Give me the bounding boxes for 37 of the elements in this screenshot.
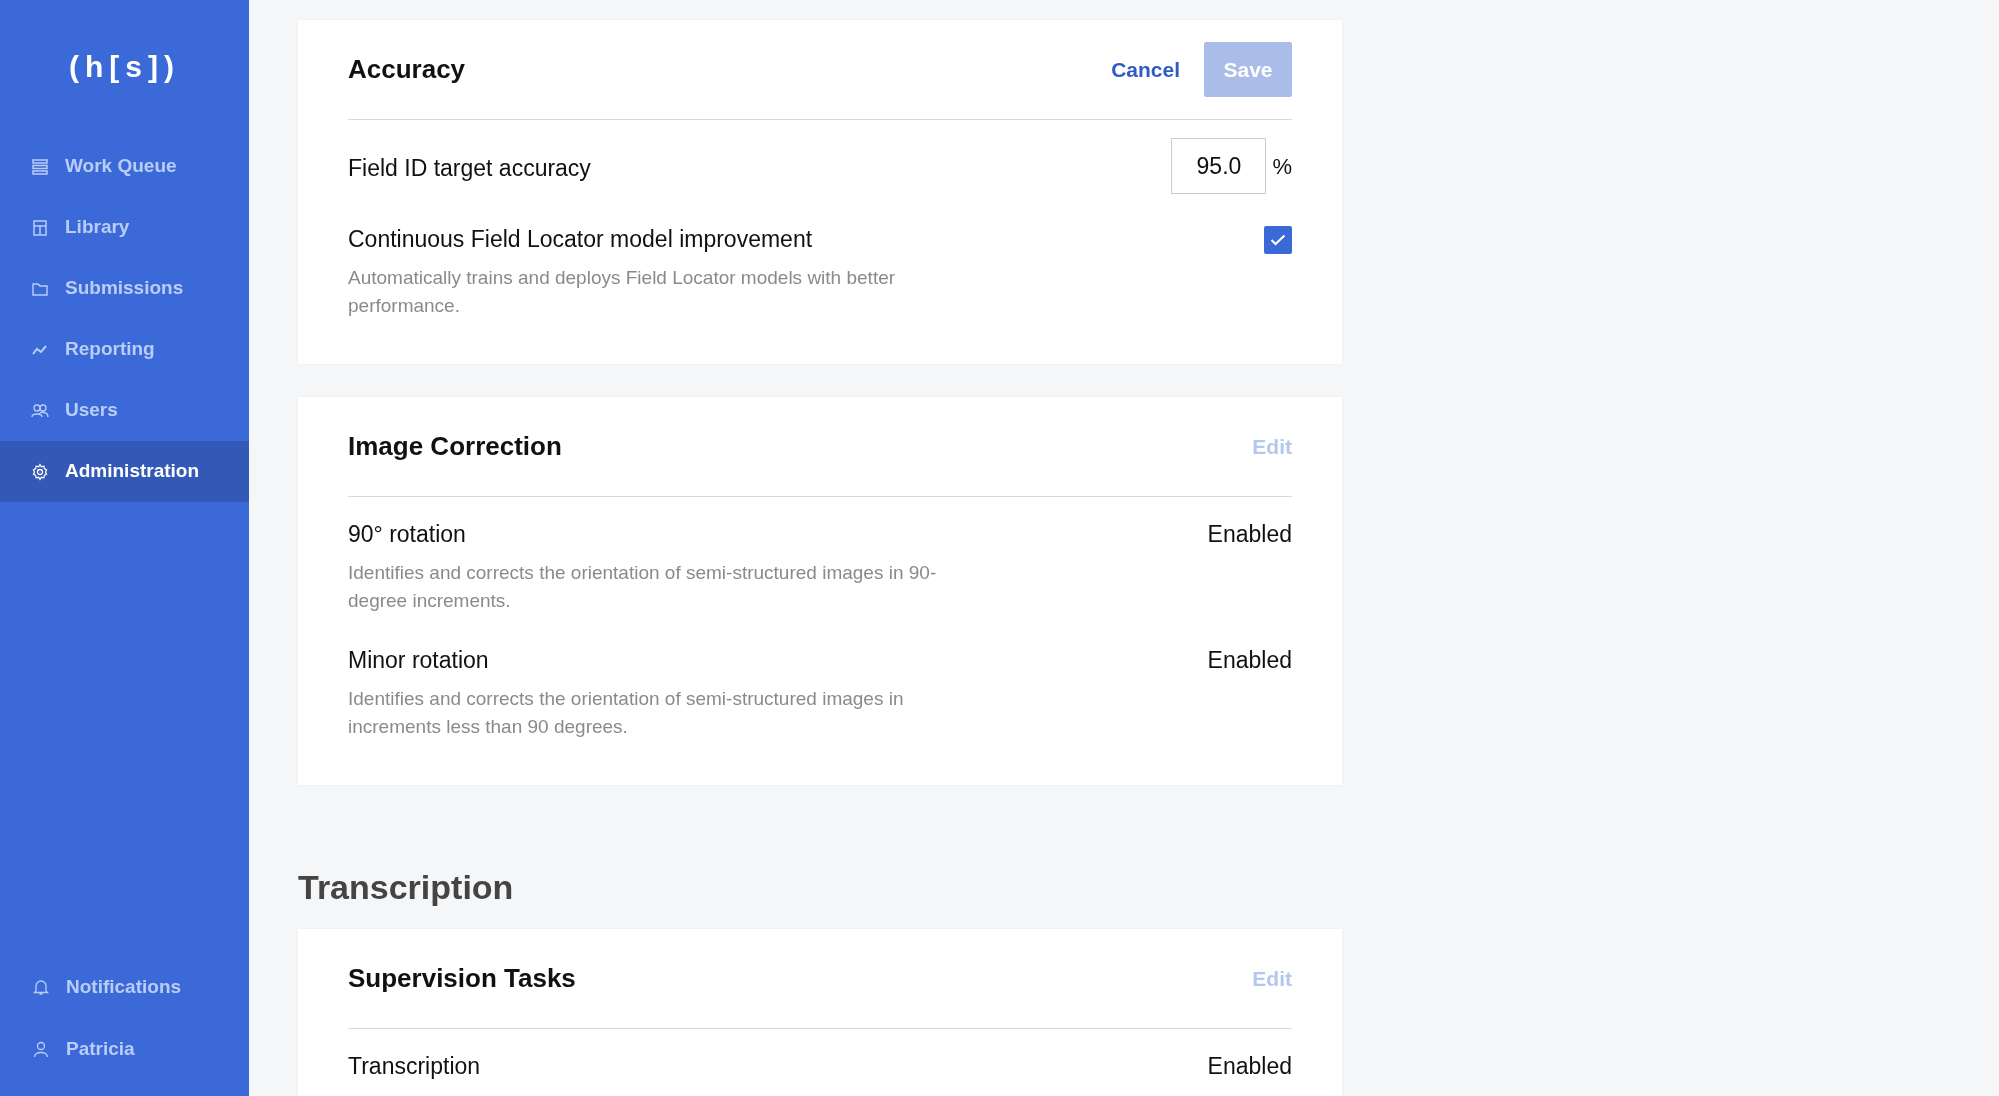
status-value: Enabled bbox=[1207, 1052, 1292, 1081]
bell-icon bbox=[32, 978, 50, 996]
status-value: Enabled bbox=[1207, 646, 1292, 675]
unit-label: % bbox=[1272, 152, 1292, 181]
setting-label: Continuous Field Locator model improvement bbox=[348, 225, 814, 254]
setting-description: Automatically trains and deploys Field Locator models with better performance. bbox=[348, 266, 897, 318]
nav-item[interactable]: Patricia bbox=[0, 1018, 249, 1080]
nav-item[interactable]: Administration bbox=[0, 441, 249, 502]
layout-icon bbox=[31, 218, 49, 237]
person-icon bbox=[32, 1040, 50, 1058]
nav-item[interactable]: Library bbox=[0, 197, 249, 258]
status-value: Enabled bbox=[1207, 520, 1292, 549]
setting-label: 90° rotation bbox=[348, 520, 467, 549]
cancel-button[interactable]: Cancel bbox=[1111, 53, 1180, 86]
checkmark-icon bbox=[1270, 234, 1286, 246]
checkbox[interactable] bbox=[1264, 226, 1292, 254]
section-heading: Transcription bbox=[298, 867, 515, 908]
edit-button[interactable]: Edit bbox=[1252, 962, 1292, 995]
list-icon bbox=[31, 157, 49, 176]
nav-item[interactable]: Work Queue bbox=[0, 136, 249, 197]
card-title: Image Correction bbox=[348, 430, 562, 463]
card-title: Accuracy bbox=[348, 53, 466, 86]
card-title: Supervision Tasks bbox=[348, 962, 576, 995]
nav-item[interactable]: Notifications bbox=[0, 956, 249, 1018]
settings-icon bbox=[31, 462, 49, 481]
setting-label: Field ID target accuracy bbox=[348, 154, 592, 183]
setting-label: Minor rotation bbox=[348, 646, 490, 675]
setting-description: Identifies and corrects the orientation of semi-structured images in increments less than 90 degrees. bbox=[348, 687, 905, 739]
users-icon bbox=[31, 401, 49, 420]
nav-item[interactable]: Users bbox=[0, 380, 249, 441]
number-field[interactable]: 95.0 bbox=[1171, 138, 1267, 194]
edit-button[interactable]: Edit bbox=[1252, 430, 1292, 463]
nav-item[interactable]: Reporting bbox=[0, 319, 249, 380]
setting-label: Transcription bbox=[348, 1052, 482, 1081]
nav-item[interactable]: Submissions bbox=[0, 258, 249, 319]
setting-description: Identifies and corrects the orientation of semi-structured images in 90-degree increments. bbox=[348, 561, 938, 613]
logo: (h[s]) bbox=[69, 48, 180, 85]
